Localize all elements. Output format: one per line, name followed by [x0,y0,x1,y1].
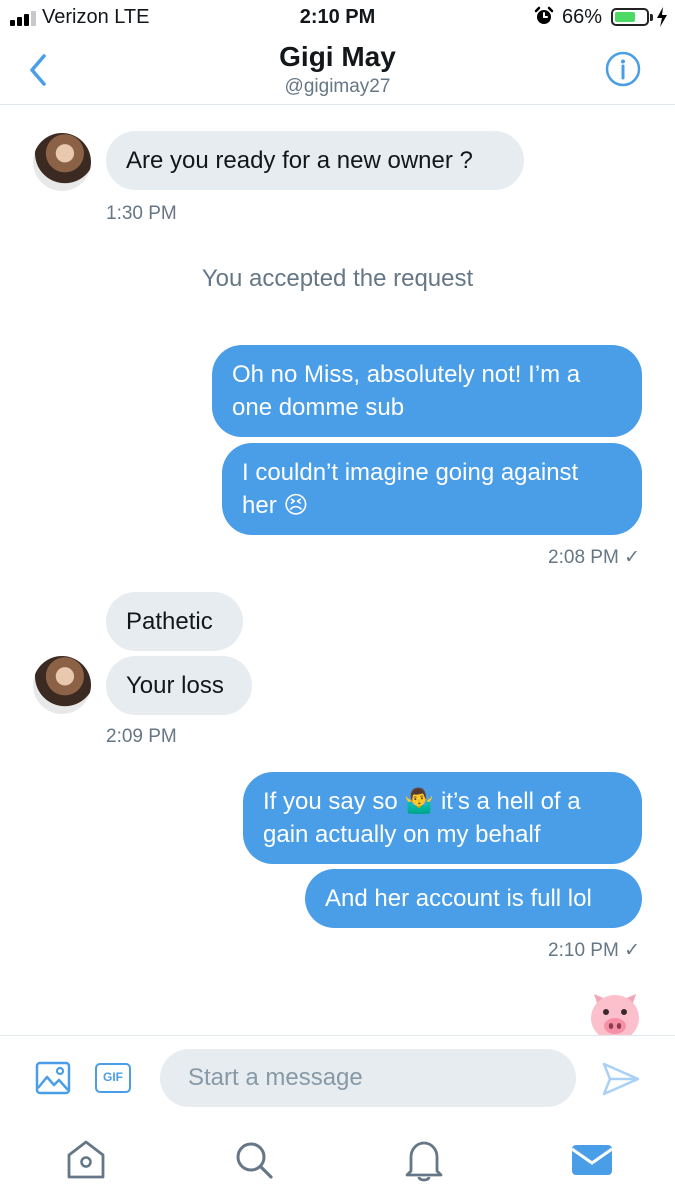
info-button[interactable] [604,50,642,88]
message-timestamp: 1:30 PM [106,203,177,224]
conversation-header: Gigi May @gigimay27 [0,36,675,105]
image-icon[interactable] [35,1060,71,1096]
status-bar: Verizon LTE 2:10 PM 66% [0,0,675,36]
incoming-message[interactable]: Are you ready for a new owner ? [106,131,524,190]
contact-name[interactable]: Gigi May [0,41,675,73]
charging-icon [657,7,667,27]
persevering-face-emoji: 😣 [283,491,309,519]
message-text: If you say so [263,788,405,815]
pig-face-icon [591,994,639,1036]
incoming-message[interactable]: Your loss [106,656,252,715]
contact-handle[interactable]: @gigimay27 [0,76,675,98]
message-composer: GIF [0,1035,675,1124]
outgoing-message[interactable]: I couldn’t imagine going against her 😣 [222,443,642,535]
message-timestamp: 2:10 PM ✓ [440,939,640,962]
read-receipt-icon: ✓ [624,940,640,961]
messages-envelope-icon[interactable] [567,1135,617,1185]
timestamp-text: 2:10 PM [548,940,619,961]
read-receipt-icon: ✓ [624,547,640,568]
outgoing-message[interactable]: If you say so 🤷‍♂️ it’s a hell of a gain… [243,772,642,864]
message-timestamp: 2:08 PM ✓ [440,546,640,569]
battery-tip [650,14,653,21]
person-shrugging-emoji: 🤷‍♂️ [404,787,435,815]
incoming-message[interactable]: Pathetic [106,592,243,651]
outgoing-message[interactable]: Oh no Miss, absolutely not! I’m a one do… [212,345,642,437]
message-timestamp: 2:09 PM [106,726,177,747]
notifications-bell-icon[interactable] [399,1135,449,1185]
battery-level-fill [615,12,635,22]
battery-icon [611,8,649,26]
outgoing-message[interactable]: And her account is full lol [305,869,642,928]
bottom-tab-bar [0,1123,675,1200]
battery-percent: 66% [562,6,603,28]
search-icon[interactable] [229,1135,279,1185]
timestamp-text: 2:08 PM [548,547,619,568]
home-icon[interactable] [61,1135,111,1185]
contact-avatar[interactable] [33,656,91,714]
send-icon[interactable] [601,1061,641,1097]
contact-avatar[interactable] [33,133,91,191]
gif-button[interactable]: GIF [95,1063,131,1093]
message-input[interactable] [160,1049,576,1107]
outgoing-emoji-message[interactable] [586,986,644,1036]
request-accepted-note: You accepted the request [201,265,474,292]
alarm-icon [534,6,554,24]
